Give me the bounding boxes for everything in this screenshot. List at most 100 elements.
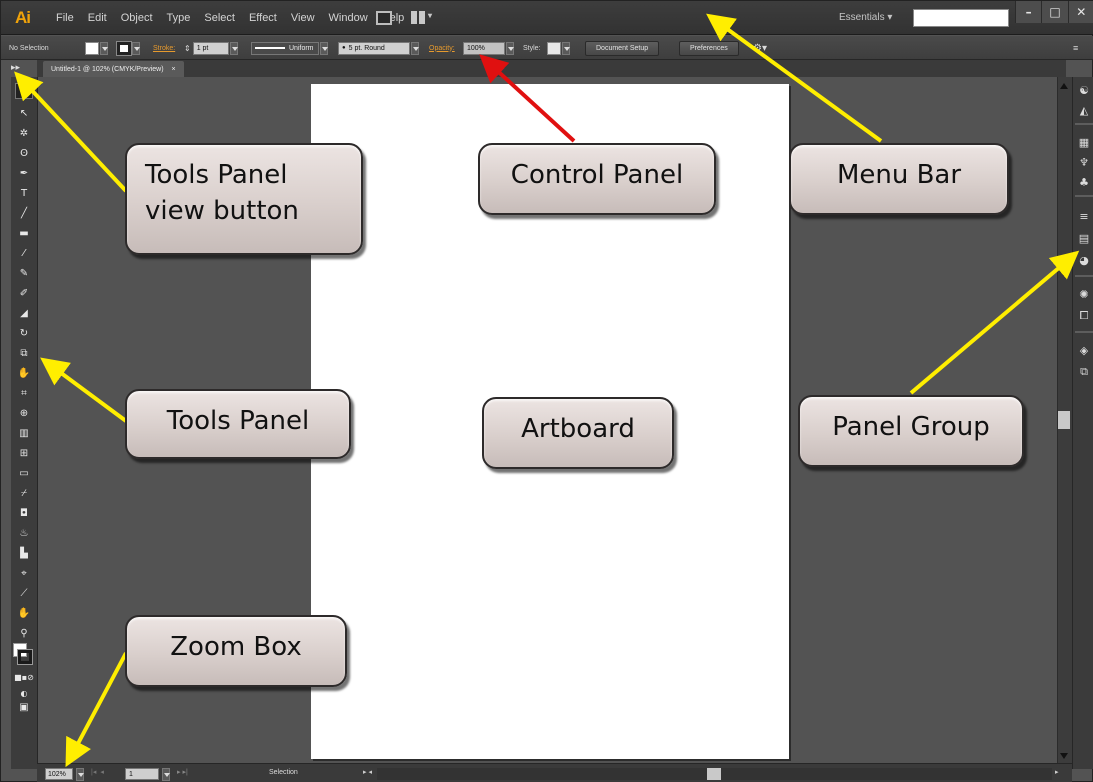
status-menu-icon[interactable]: ▸ ◂: [363, 768, 372, 776]
stroke-weight-input[interactable]: 1 pt: [192, 41, 229, 55]
chevron-down-icon[interactable]: [229, 41, 238, 55]
stroke-label[interactable]: Stroke:: [153, 41, 175, 55]
perspective-grid-icon[interactable]: ▥: [15, 425, 33, 441]
column-graph-icon[interactable]: ▙: [15, 545, 33, 561]
blend-icon[interactable]: ◘: [15, 505, 33, 521]
hand-icon[interactable]: ✋: [15, 605, 33, 621]
variable-width-profile[interactable]: Uniform: [251, 41, 328, 55]
transparency-icon[interactable]: ◕: [1077, 253, 1091, 267]
eraser-icon[interactable]: ◢: [15, 305, 33, 321]
symbol-sprayer-icon[interactable]: ♨: [15, 525, 33, 541]
opacity-input[interactable]: 100%: [463, 41, 505, 55]
stroke-swatch[interactable]: [116, 40, 132, 56]
swatches-icon[interactable]: ▦: [1077, 135, 1091, 149]
shape-builder-icon[interactable]: ⊕: [15, 405, 33, 421]
control-panel-menu-icon[interactable]: ⚙▾: [753, 41, 767, 55]
page-number-field[interactable]: 1: [125, 768, 159, 780]
appearance-icon[interactable]: ✺: [1077, 287, 1091, 301]
artboards-panel-icon[interactable]: ⧉: [1077, 365, 1091, 379]
color-guide-icon[interactable]: ◭: [1077, 103, 1091, 117]
color-icon[interactable]: ☯: [1077, 83, 1091, 97]
blob-brush-icon[interactable]: ✐: [15, 285, 33, 301]
symbols-icon[interactable]: ♣: [1077, 175, 1091, 189]
graphic-styles-icon[interactable]: ⧠: [1077, 309, 1091, 323]
gradient-panel-icon[interactable]: ▤: [1077, 231, 1091, 245]
menu-edit[interactable]: Edit: [81, 12, 114, 24]
free-transform-icon[interactable]: ⌗: [15, 385, 33, 401]
stroke-icon[interactable]: ≡: [1077, 209, 1091, 223]
line-icon[interactable]: ╱: [15, 205, 33, 221]
chevron-down-icon[interactable]: [562, 41, 570, 55]
scroll-up-icon[interactable]: [1060, 83, 1068, 89]
chevron-down-icon[interactable]: [320, 41, 328, 55]
close-button[interactable]: ✕: [1067, 1, 1093, 23]
first-page-icon[interactable]: |◂: [91, 768, 96, 776]
arrange-documents-icon[interactable]: [376, 11, 392, 25]
paintbrush-icon[interactable]: ⁄: [15, 245, 33, 261]
scale-icon[interactable]: ⧉: [15, 345, 33, 361]
panel-options-icon[interactable]: ≡: [1073, 41, 1078, 55]
menu-file[interactable]: File: [49, 12, 81, 24]
mesh-icon[interactable]: ⊞: [15, 445, 33, 461]
workspace-switcher[interactable]: Essentials ▾: [839, 12, 892, 23]
fill-control[interactable]: [85, 41, 108, 55]
vertical-scroll-thumb[interactable]: [1058, 411, 1070, 429]
direct-selection-icon[interactable]: ↖: [15, 105, 33, 121]
pen-icon[interactable]: ✒: [15, 165, 33, 181]
scroll-right-icon[interactable]: ▸: [1055, 768, 1059, 776]
selection-icon[interactable]: ➤: [15, 83, 33, 99]
screen-mode-icon[interactable]: ▣: [15, 699, 33, 715]
type-icon[interactable]: T: [15, 185, 33, 201]
previous-page-icon[interactable]: ◂: [100, 768, 104, 776]
zoom-box[interactable]: 102%: [45, 768, 73, 780]
horizontal-scroll-thumb[interactable]: [707, 768, 721, 780]
stroke-weight-control[interactable]: ⇕ 1 pt: [184, 41, 238, 55]
stepper-icon[interactable]: ⇕: [184, 44, 191, 53]
lasso-icon[interactable]: ʘ: [15, 145, 33, 161]
status-text[interactable]: Selection: [269, 769, 298, 776]
slice-icon[interactable]: ⟋: [15, 585, 33, 601]
next-page-icon[interactable]: ▸ ▸|: [177, 768, 188, 776]
workspace-layout-icon[interactable]: ▾: [411, 11, 433, 25]
color-mode-icons[interactable]: ■▪⊘: [14, 669, 34, 685]
warp-icon[interactable]: ✋: [15, 365, 33, 381]
scroll-down-icon[interactable]: [1060, 753, 1068, 759]
menu-window[interactable]: Window: [322, 12, 375, 24]
page-dropdown-icon[interactable]: [162, 768, 170, 781]
document-tab[interactable]: Untitled-1 @ 102% (CMYK/Preview) ×: [43, 61, 184, 77]
rotate-icon[interactable]: ↻: [15, 325, 33, 341]
artboard-tool-icon[interactable]: ⌖: [15, 565, 33, 581]
document-setup-button[interactable]: Document Setup: [585, 40, 660, 56]
menu-view[interactable]: View: [284, 12, 322, 24]
tools-panel-view-button[interactable]: ▸▸: [11, 62, 20, 73]
chevron-down-icon[interactable]: [411, 41, 419, 55]
chevron-down-icon[interactable]: [506, 41, 514, 55]
chevron-down-icon[interactable]: [132, 41, 140, 55]
tab-close-icon[interactable]: ×: [172, 66, 176, 73]
menu-select[interactable]: Select: [197, 12, 242, 24]
chevron-down-icon[interactable]: [100, 41, 108, 55]
gradient-icon[interactable]: ▭: [15, 465, 33, 481]
style-swatch[interactable]: [547, 41, 561, 55]
layers-icon[interactable]: ◈: [1077, 343, 1091, 357]
zoom-icon[interactable]: ⚲: [15, 625, 33, 641]
eyedropper-icon[interactable]: ⌿: [15, 485, 33, 501]
opacity-label[interactable]: Opacity:: [429, 41, 455, 55]
maximize-button[interactable]: □: [1041, 1, 1068, 23]
opacity-control[interactable]: 100%: [463, 41, 514, 55]
stroke-color-control[interactable]: [116, 40, 140, 56]
menu-effect[interactable]: Effect: [242, 12, 284, 24]
magic-wand-icon[interactable]: ✲: [15, 125, 33, 141]
pencil-icon[interactable]: ✎: [15, 265, 33, 281]
brush-definition[interactable]: ● 5 pt. Round: [338, 41, 419, 55]
brushes-icon[interactable]: ♆: [1077, 155, 1091, 169]
menu-object[interactable]: Object: [114, 12, 160, 24]
fill-swatch[interactable]: [85, 41, 99, 55]
zoom-dropdown-icon[interactable]: [76, 768, 84, 781]
help-search-input[interactable]: [913, 9, 1009, 27]
menu-type[interactable]: Type: [160, 12, 198, 24]
stroke-color-box[interactable]: [17, 649, 33, 665]
minimize-button[interactable]: –: [1015, 1, 1042, 23]
rectangle-icon[interactable]: ▬: [15, 225, 33, 241]
graphic-style-control[interactable]: [547, 41, 570, 55]
